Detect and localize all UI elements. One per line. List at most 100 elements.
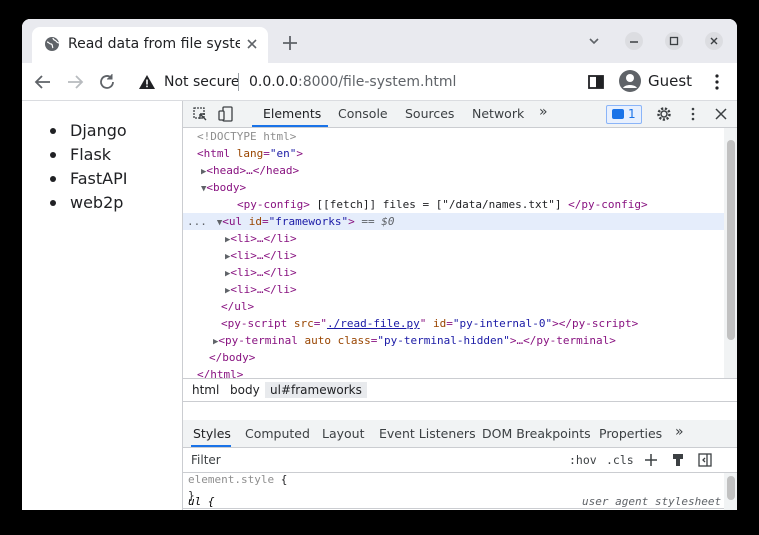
ua-style-rule[interactable]: ul { user agent stylesheet [183,495,724,510]
issues-badge[interactable]: 1 [606,105,642,124]
list-item: Django [50,119,127,143]
toggle-sidebar-icon[interactable] [698,453,712,467]
more-tabs-button[interactable]: » [539,104,548,120]
minimize-icon[interactable] [624,31,644,51]
dom-node-li[interactable]: ▶<li>…</li> [183,264,724,281]
address-bar[interactable]: Not secure 0.0.0.0:8000/file-system.html [134,67,524,97]
forward-icon[interactable] [64,71,86,93]
tab-computed[interactable]: Computed [245,426,310,441]
list-item: FastAPI [50,167,127,191]
devtools-tabbar: Elements Console Sources Network » 1 [183,101,737,128]
device-toggle-icon[interactable] [218,106,234,122]
scrollbar-thumb[interactable] [727,476,735,500]
class-value: "py-terminal-hidden" [377,334,510,347]
chevron-down-icon[interactable] [584,31,604,51]
list-item: web2p [50,191,127,215]
dom-node-html[interactable]: <html lang="en"> [183,145,724,162]
expand-triangle-icon[interactable]: ▶ [183,269,230,279]
frameworks-list: Django Flask FastAPI web2p [50,119,127,215]
dom-tree: <!DOCTYPE html> <html lang="en"> ▶<head>… [183,128,724,378]
element-style-rule[interactable]: element.style { [188,473,287,486]
head-tag: <head>…</head> [206,164,300,177]
ua-rule-source[interactable]: user agent stylesheet [582,495,721,508]
devtools-menu-icon[interactable] [685,106,701,122]
id-value: "py-internal-0" [452,317,553,330]
expand-triangle-icon[interactable]: ▶ [183,337,218,347]
maximize-icon[interactable] [664,31,684,51]
new-style-rule-icon[interactable] [644,453,658,467]
dom-node-html-close[interactable]: </html> [183,366,724,378]
dom-node-li[interactable]: ▶<li>…</li> [183,281,724,298]
dom-node-pyterminal[interactable]: ▶<py-terminal auto class="py-terminal-hi… [183,332,724,349]
rule-open-brace: { [274,473,288,486]
dom-node-li[interactable]: ▶<li>…</li> [183,247,724,264]
tab-title: Read data from file system [68,36,240,52]
url-text[interactable]: 0.0.0.0:8000/file-system.html [249,74,456,90]
breadcrumb-ul[interactable]: ul#frameworks [265,382,367,398]
li-tag: <li>…</li> [230,249,297,262]
dom-node-ul-close[interactable]: </ul> [183,298,724,315]
tab-sources[interactable]: Sources [405,106,454,121]
pyscript-open: <py-script [221,317,288,330]
close-icon[interactable] [244,36,260,52]
dom-node-head[interactable]: ▶<head>…</head> [183,162,724,179]
browser-tab[interactable]: Read data from file system [32,27,268,63]
back-icon[interactable] [32,71,54,93]
cls-button[interactable]: .cls [606,453,634,467]
tab-dom-breakpoints[interactable]: DOM Breakpoints [482,426,591,441]
hov-button[interactable]: :hov [569,453,597,467]
profile-button[interactable]: Guest [618,67,706,97]
li-tag: <li>…</li> [230,266,297,279]
styles-tabbar: Styles Computed Layout Event Listeners D… [183,420,737,448]
tab-layout[interactable]: Layout [322,426,365,441]
styles-filter[interactable]: Filter :hov .cls [183,448,737,473]
tab-network[interactable]: Network [472,106,524,121]
kebab-menu-icon[interactable] [706,71,728,93]
node-actions-ellipsis[interactable]: ... [183,215,207,228]
body-tag: <body> [206,181,247,194]
breadcrumb-body[interactable]: body [225,382,265,398]
auto-attr: auto [304,334,332,347]
close-window-icon[interactable] [704,31,724,51]
expand-triangle-icon[interactable]: ▶ [183,286,230,296]
styles-scrollbar[interactable] [724,473,737,510]
active-style-tab-indicator [191,445,231,447]
computed-styles-icon[interactable] [671,453,685,467]
filter-input[interactable]: Filter [191,453,221,467]
breadcrumb-html[interactable]: html [187,382,224,398]
reload-icon[interactable] [96,71,118,93]
tab-event-listeners[interactable]: Event Listeners [379,426,476,441]
li-tag: <li>…</li> [230,232,297,245]
dom-node-doctype[interactable]: <!DOCTYPE html> [183,128,724,145]
message-count: 1 [628,107,636,121]
security-label[interactable]: Not secure [164,74,240,90]
dom-scrollbar[interactable] [724,128,737,378]
tab-properties[interactable]: Properties [599,426,662,441]
tab-styles[interactable]: Styles [193,426,231,441]
more-style-tabs-button[interactable]: » [675,424,684,440]
dom-node-body[interactable]: ▼<body> [183,179,724,196]
tab-elements[interactable]: Elements [263,106,321,121]
lang-attr: lang [236,147,264,160]
sidepanel-icon[interactable] [585,71,607,93]
close-devtools-icon[interactable] [713,106,729,122]
expand-triangle-icon[interactable]: ▶ [183,252,230,262]
expand-triangle-icon[interactable]: ▶ [183,167,206,177]
src-link[interactable]: ./read-file.py [327,317,420,330]
inspect-icon[interactable] [192,106,208,122]
dom-node-li[interactable]: ▶<li>…</li> [183,230,724,247]
dom-node-body-close[interactable]: </body> [183,349,724,366]
dom-node-pyconfig[interactable]: <py-config> [[fetch]] files = ["/data/na… [183,196,724,213]
profile-label: Guest [648,72,693,90]
url-path: :8000/file-system.html [297,74,457,90]
scrollbar-thumb[interactable] [727,140,735,340]
collapse-triangle-icon[interactable]: ▼ [183,184,206,194]
collapse-triangle-icon[interactable]: ▼ [207,218,222,228]
tab-console[interactable]: Console [338,106,388,121]
warning-icon[interactable] [138,74,156,90]
gear-icon[interactable] [656,106,672,122]
plus-icon[interactable] [280,33,300,53]
expand-triangle-icon[interactable]: ▶ [183,235,230,245]
dom-node-pyscript[interactable]: <py-script src="./read-file.py" id="py-i… [183,315,724,332]
dom-node-ul-selected[interactable]: ... ▼<ul id="frameworks"> == $0 [183,213,724,230]
